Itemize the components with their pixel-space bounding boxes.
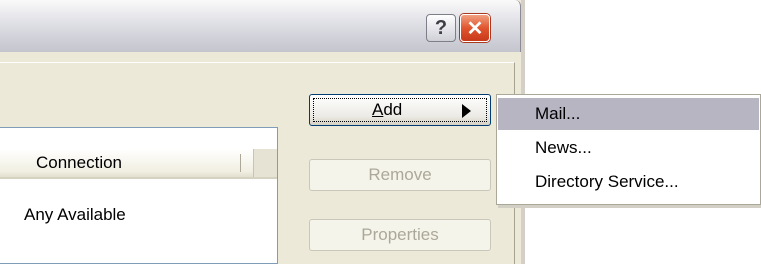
list-item[interactable]: Any Available bbox=[24, 205, 126, 225]
menu-item-label: Directory Service... bbox=[535, 172, 679, 191]
menu-item-mail[interactable]: Mail... bbox=[498, 98, 759, 130]
mnemonic-letter: A bbox=[372, 100, 384, 119]
column-header-connection[interactable]: Connection bbox=[0, 149, 254, 177]
question-mark-icon: ? bbox=[434, 16, 448, 39]
properties-button-label: Properties bbox=[361, 225, 439, 244]
accounts-dialog: ? ✕ Connection Any Available Add Remove … bbox=[0, 0, 525, 264]
menu-item-directory-service[interactable]: Directory Service... bbox=[498, 166, 759, 198]
accounts-list[interactable]: Connection Any Available bbox=[0, 127, 278, 264]
menu-item-news[interactable]: News... bbox=[498, 132, 759, 164]
column-header-filler bbox=[254, 149, 277, 177]
remove-button[interactable]: Remove bbox=[309, 159, 491, 191]
column-header-label: Connection bbox=[36, 153, 123, 172]
column-resize-handle[interactable] bbox=[240, 154, 241, 172]
list-header: Connection bbox=[0, 149, 277, 179]
remove-button-label: Remove bbox=[368, 165, 432, 184]
close-icon: ✕ bbox=[466, 17, 484, 40]
help-button[interactable]: ? bbox=[426, 14, 456, 42]
menu-item-label: Mail... bbox=[535, 104, 581, 123]
title-bar[interactable]: ? ✕ bbox=[0, 0, 521, 52]
submenu-arrow-icon bbox=[462, 104, 471, 118]
add-button-label: Add bbox=[372, 100, 403, 119]
add-popup-menu: Mail... News... Directory Service... bbox=[496, 94, 761, 205]
properties-button[interactable]: Properties bbox=[309, 219, 491, 251]
add-button[interactable]: Add bbox=[309, 94, 491, 126]
menu-item-label: News... bbox=[535, 138, 592, 157]
close-button[interactable]: ✕ bbox=[460, 14, 490, 42]
